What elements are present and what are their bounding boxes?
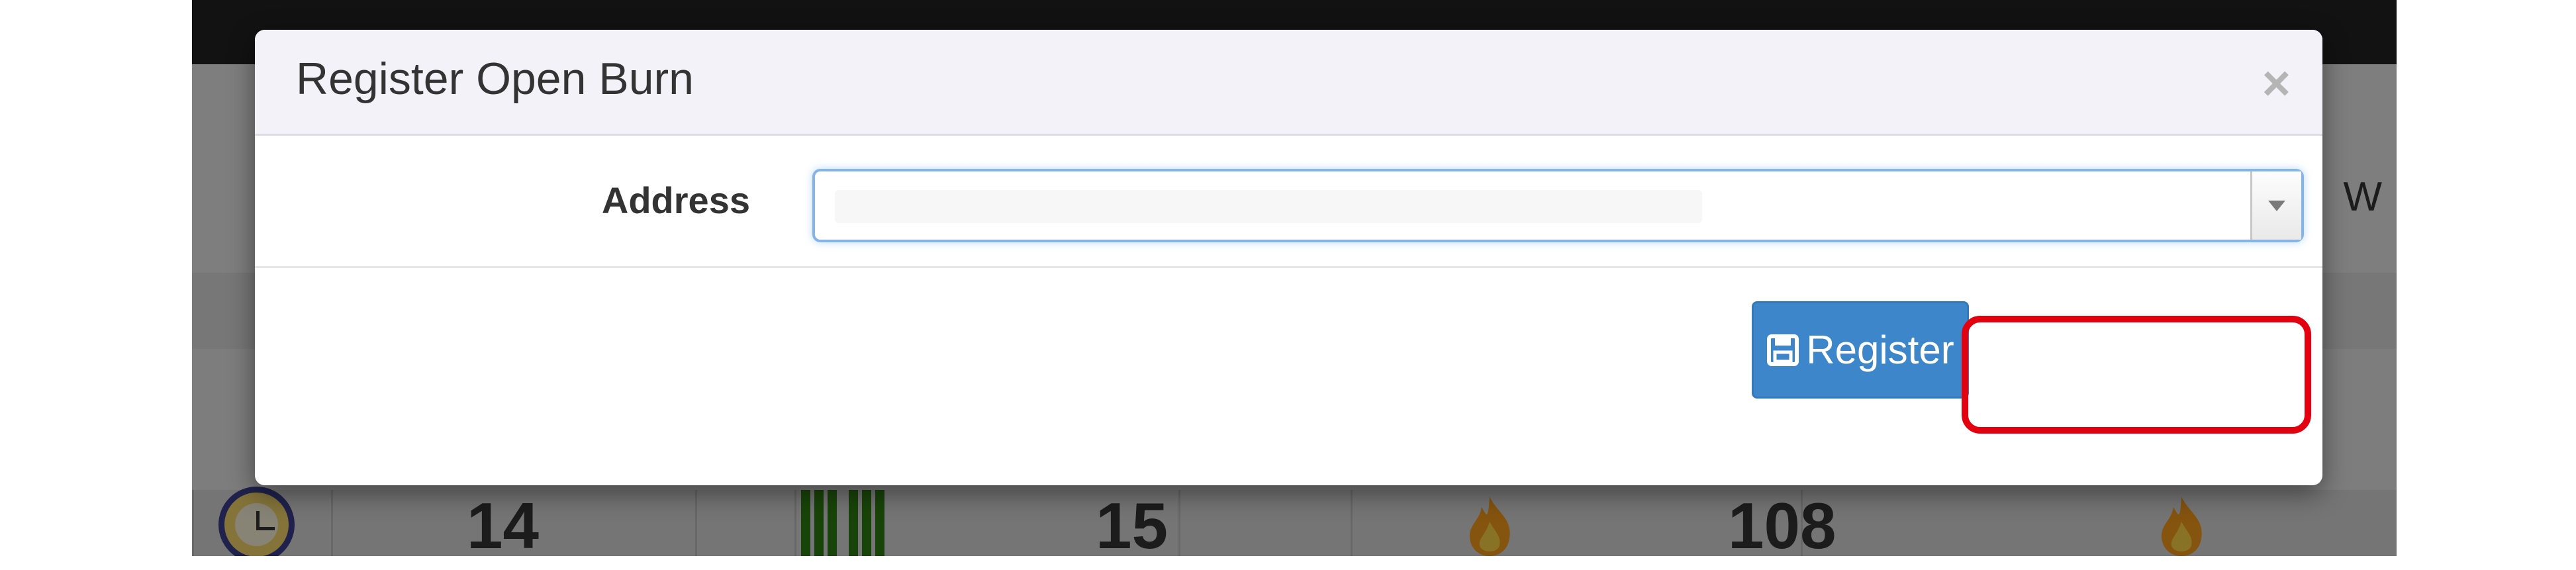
save-icon: [1767, 334, 1799, 366]
modal-body: Address: [255, 136, 2322, 268]
chevron-down-icon: [2268, 201, 2285, 211]
address-value[interactable]: [835, 190, 1702, 223]
modal-title: Register Open Burn: [296, 54, 694, 104]
close-button[interactable]: ×: [2262, 59, 2291, 108]
register-button[interactable]: Register: [1752, 301, 1969, 399]
address-label: Address: [601, 179, 750, 221]
highlight-box: [1962, 316, 2311, 434]
address-dropdown-toggle[interactable]: [2250, 171, 2301, 240]
address-select[interactable]: [812, 169, 2304, 242]
page: W 14 15 108 Register Open Burn × Address…: [0, 0, 2576, 570]
register-label: Register: [1806, 328, 1954, 372]
modal-header: Register Open Burn ×: [255, 30, 2322, 136]
